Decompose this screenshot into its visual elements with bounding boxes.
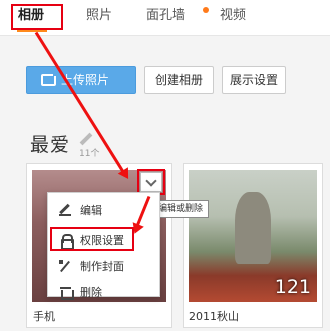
tooltip: 编辑或删除 [152, 200, 210, 218]
pencil-icon [59, 204, 71, 216]
edit-pencil-icon[interactable] [79, 132, 93, 146]
menu-item-make-cover[interactable]: 制作封面 [48, 253, 159, 279]
menu-item-label: 制作封面 [80, 260, 124, 273]
album-name[interactable]: 2011秋山 [189, 308, 239, 324]
create-album-button[interactable]: 创建相册 [144, 66, 214, 94]
tab-face-wall[interactable]: 面孔墙 [146, 6, 185, 26]
annotation-highlight-tab [11, 4, 63, 30]
new-badge-dot [203, 7, 209, 13]
photo-count: 121 [274, 276, 311, 298]
menu-item-label: 删除 [80, 286, 102, 299]
annotation-highlight-permissions [50, 227, 134, 251]
rock-formation-image [235, 192, 271, 264]
wand-icon [59, 260, 71, 272]
tab-photos[interactable]: 照片 [86, 6, 112, 26]
tab-videos[interactable]: 视频 [220, 6, 246, 26]
upload-photos-button[interactable]: 上传照片 [26, 66, 136, 94]
image-upload-icon [41, 71, 58, 86]
display-settings-button[interactable]: 展示设置 [222, 66, 286, 94]
menu-item-delete[interactable]: 删除 [48, 279, 159, 305]
album-card[interactable]: 121 2011秋山 [183, 163, 323, 328]
album-group-title: 最爱 [30, 134, 71, 156]
trash-icon [59, 286, 74, 300]
album-name[interactable]: 手机 [33, 308, 55, 324]
album-cover-image[interactable]: 121 [189, 170, 317, 302]
album-count: 11个 [79, 149, 100, 159]
menu-item-label: 编辑 [80, 204, 102, 217]
